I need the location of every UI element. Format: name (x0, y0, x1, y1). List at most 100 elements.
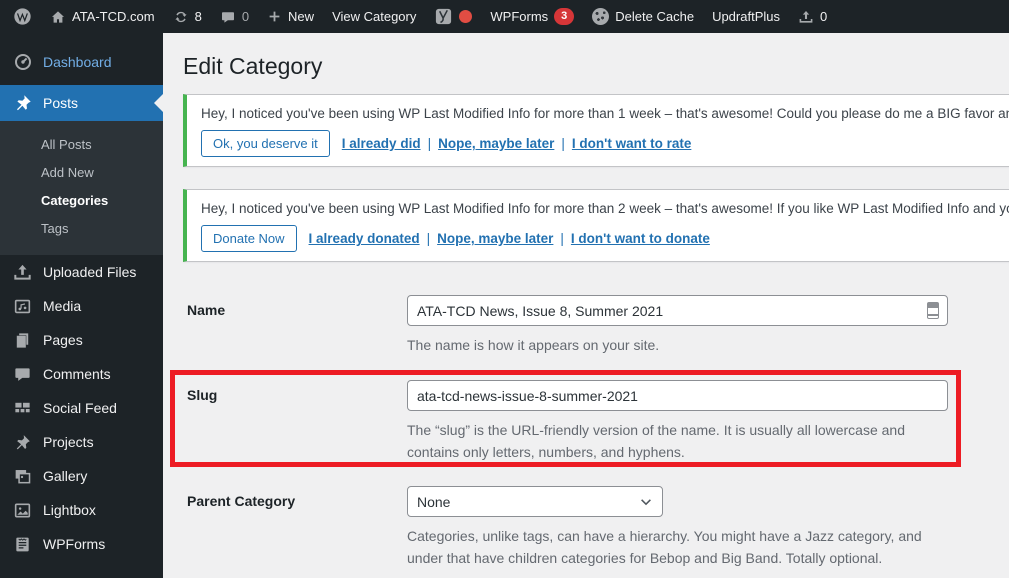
delete-cache-link[interactable]: Delete Cache (583, 0, 703, 33)
nope-maybe-later-link[interactable]: Nope, maybe later (438, 136, 554, 151)
name-field-row: Name The name is how it appears on your … (183, 295, 948, 356)
notice-message: Hey, I noticed you've been using WP Last… (201, 106, 1016, 121)
submenu-item-all-posts[interactable]: All Posts (0, 131, 163, 159)
form-icon (13, 534, 33, 554)
updraft-count: 0 (819, 9, 828, 24)
alert-dot-icon (459, 10, 473, 23)
parent-category-help-text: Categories, unlike tags, can have a hier… (407, 528, 922, 566)
sidebar-item-uploaded-files[interactable]: Uploaded Files (0, 255, 163, 289)
yoast-seo-menu[interactable] (425, 0, 481, 33)
slug-input[interactable] (407, 380, 948, 411)
sidebar-label: Dashboard (43, 54, 112, 70)
sidebar-label: Pages (43, 332, 83, 348)
pages-icon (13, 330, 33, 350)
upload-icon (13, 262, 33, 282)
sidebar-label: Posts (43, 95, 79, 111)
name-label: Name (187, 302, 226, 318)
sidebar-label: Media (43, 298, 82, 314)
site-name-link[interactable]: ATA-TCD.com (41, 0, 164, 33)
comments-link[interactable]: 0 (211, 0, 258, 33)
comments-count: 0 (241, 9, 250, 24)
pushpin-icon (13, 93, 33, 113)
plus-icon (269, 11, 280, 22)
parent-category-select[interactable]: None (407, 486, 663, 517)
sidebar-item-projects[interactable]: Projects (0, 425, 163, 459)
link-separator: | (561, 136, 565, 151)
social-feed-icon (13, 398, 33, 418)
wpforms-menu[interactable]: WPForms 3 (481, 0, 583, 33)
wpforms-badge: 3 (554, 8, 575, 25)
partial-menu-icon (13, 576, 33, 578)
current-menu-arrow-icon (154, 94, 163, 112)
posts-submenu: All Posts Add New Categories Tags (0, 121, 163, 255)
wordpress-logo-menu[interactable] (4, 0, 41, 33)
cheetah-icon (592, 8, 610, 25)
updraftplus-label: UpdraftPlus (712, 9, 780, 24)
admin-sidebar: Dashboard Posts All Posts Add New Catego… (0, 33, 163, 578)
gallery-icon (13, 466, 33, 486)
sidebar-item-wpforms[interactable]: WPForms (0, 527, 163, 561)
sidebar-item-gallery[interactable]: Gallery (0, 459, 163, 493)
view-category-link[interactable]: View Category (323, 0, 425, 33)
slug-help-text: The “slug” is the URL-friendly version o… (407, 422, 905, 460)
lightbox-icon (13, 500, 33, 520)
comments-icon (13, 364, 33, 384)
upload-icon (799, 10, 813, 23)
sidebar-label: Lightbox (43, 502, 96, 518)
new-content-link[interactable]: New (258, 0, 323, 33)
parent-category-selected-value: None (417, 493, 451, 510)
sidebar-label: Gallery (43, 468, 88, 484)
submenu-item-add-new[interactable]: Add New (0, 159, 163, 187)
notice-message: Hey, I noticed you've been using WP Last… (201, 201, 1016, 216)
dashboard-icon (13, 52, 33, 72)
sidebar-item-posts[interactable]: Posts (0, 85, 163, 121)
sidebar-label: Uploaded Files (43, 264, 137, 280)
view-category-label: View Category (332, 9, 417, 24)
sidebar-item-media[interactable]: Media (0, 289, 163, 323)
updates-icon (174, 11, 187, 22)
page-title: Edit Category (183, 53, 323, 79)
new-label: New (288, 9, 315, 24)
name-input[interactable] (407, 295, 948, 326)
parent-category-label: Parent Category (187, 493, 296, 509)
link-separator: | (426, 231, 431, 246)
ok-you-deserve-it-button[interactable]: Ok, you deserve it (201, 130, 330, 157)
nope-maybe-later-link[interactable]: Nope, maybe later (437, 231, 553, 246)
already-did-link[interactable]: I already did (342, 136, 421, 151)
sidebar-label: Social Feed (43, 400, 117, 416)
delete-cache-label: Delete Cache (615, 9, 695, 24)
name-help-text: The name is how it appears on your site. (407, 337, 660, 353)
rate-plugin-notice: Hey, I noticed you've been using WP Last… (183, 94, 1016, 167)
sidebar-item-partial[interactable] (0, 569, 163, 578)
yoast-icon (436, 8, 452, 25)
autofill-extension-icon[interactable] (927, 302, 939, 319)
updraft-uploads-link[interactable]: 0 (789, 0, 836, 33)
wpforms-label: WPForms (490, 9, 549, 24)
pushpin-icon (13, 432, 33, 452)
media-icon (13, 296, 33, 316)
already-donated-link[interactable]: I already donated (309, 231, 420, 246)
updates-link[interactable]: 8 (164, 0, 211, 33)
donate-now-button[interactable]: Donate Now (201, 225, 297, 252)
sidebar-label: WPForms (43, 536, 106, 552)
wordpress-logo-icon (14, 8, 31, 25)
sidebar-label: Comments (43, 366, 111, 382)
dont-want-to-donate-link[interactable]: I don't want to donate (571, 231, 710, 246)
dont-want-to-rate-link[interactable]: I don't want to rate (572, 136, 691, 151)
sidebar-item-dashboard[interactable]: Dashboard (0, 45, 163, 79)
updraftplus-menu[interactable]: UpdraftPlus (703, 0, 789, 33)
sidebar-item-comments[interactable]: Comments (0, 357, 163, 391)
wordpress-admin-screen: ATA-TCD.com 8 0 New View Category WPForm… (0, 0, 1016, 582)
sidebar-item-pages[interactable]: Pages (0, 323, 163, 357)
admin-bar: ATA-TCD.com 8 0 New View Category WPForm… (0, 0, 1009, 33)
slug-label: Slug (187, 387, 218, 403)
submenu-item-tags[interactable]: Tags (0, 215, 163, 243)
submenu-item-categories[interactable]: Categories (0, 187, 163, 215)
link-separator: | (427, 136, 432, 151)
donate-plugin-notice: Hey, I noticed you've been using WP Last… (183, 189, 1016, 262)
comments-icon (221, 11, 234, 23)
link-separator: | (560, 231, 564, 246)
sidebar-item-lightbox[interactable]: Lightbox (0, 493, 163, 527)
sidebar-item-social-feed[interactable]: Social Feed (0, 391, 163, 425)
slug-field-row: Slug The “slug” is the URL-friendly vers… (183, 380, 948, 463)
